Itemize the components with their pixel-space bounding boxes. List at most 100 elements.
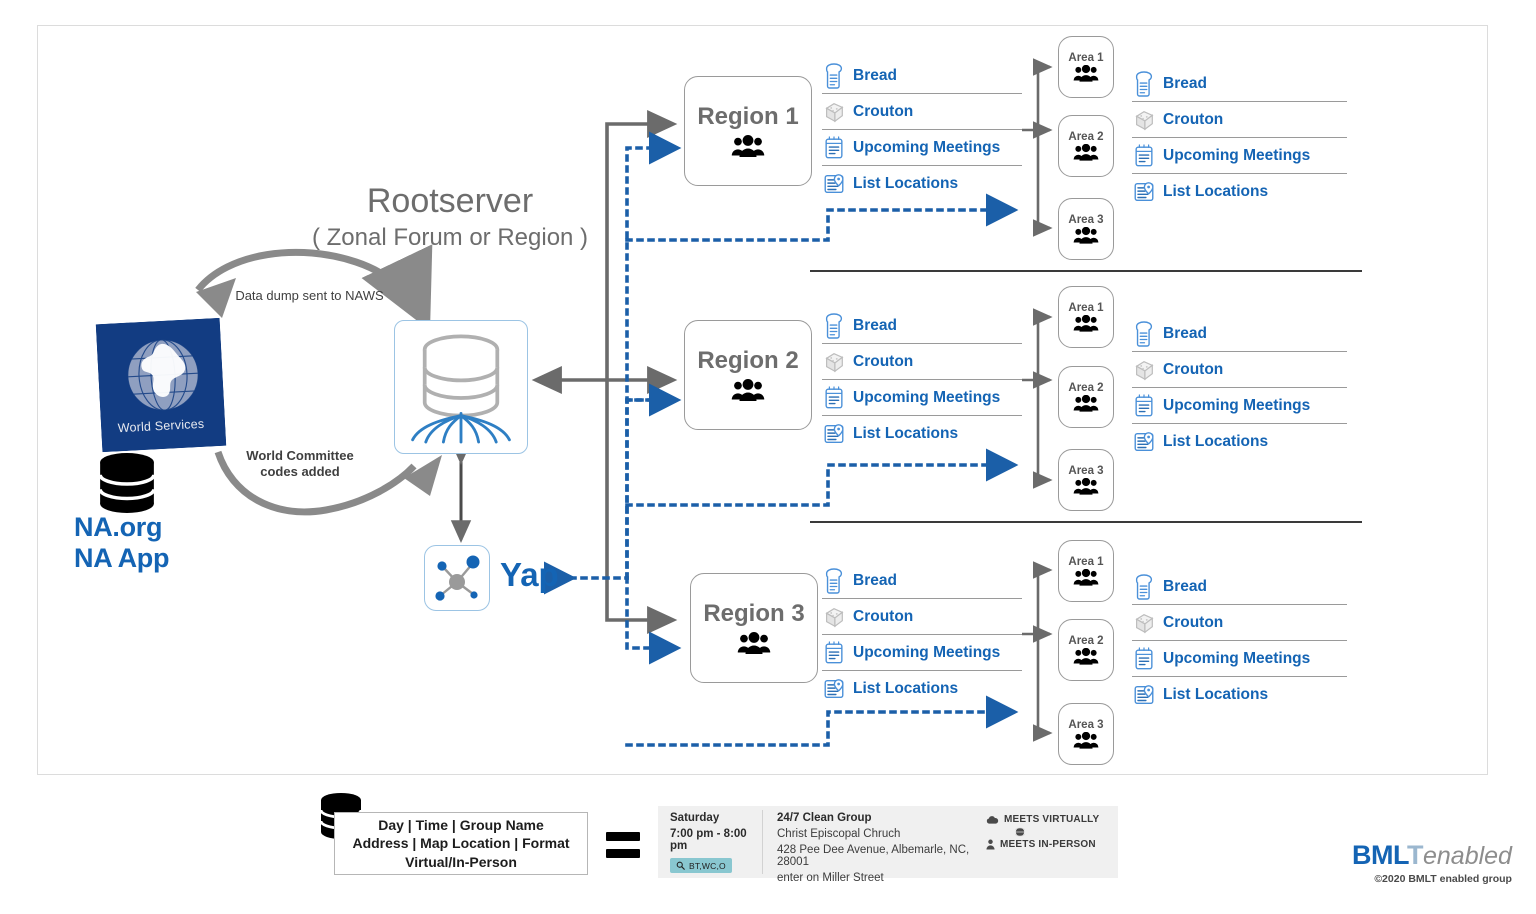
service-row[interactable]: Bread [1132,66,1347,102]
service-row[interactable]: List Locations [822,671,1022,707]
group-separator-1 [810,270,1362,272]
service-label: Crouton [1163,110,1224,128]
service-label: List Locations [853,175,959,192]
yap-label: Yap [500,556,559,593]
service-row[interactable]: Upcoming Meetings [822,380,1022,416]
meeting-when: Saturday 7:00 pm - 8:00 pm BT,WC,O [658,806,762,878]
service-row[interactable]: Bread [822,58,1022,94]
service-label: Crouton [853,102,914,120]
service-label: Upcoming Meetings [1163,396,1311,414]
service-label: List Locations [1163,433,1269,450]
service-row[interactable]: Upcoming Meetings [1132,138,1347,174]
service-row[interactable]: List Locations [822,166,1022,202]
list-map-pin-icon [1134,182,1154,201]
cycle-label-world-committee: World Committee codes added [246,448,354,480]
area-box[interactable]: Area 2 [1058,619,1114,681]
service-row[interactable]: Upcoming Meetings [822,635,1022,671]
region-box-3[interactable]: Region 3 [690,573,818,683]
area-services-3: Bread Crouton Upcoming Meetings List Loc… [1132,569,1347,713]
service-row[interactable]: Crouton [822,599,1022,635]
crouton-icon [1135,613,1154,633]
rootserver-subtitle: ( Zonal Forum or Region ) [311,224,589,251]
globe-small-icon [1015,827,1025,837]
meeting-format-badge[interactable]: BT,WC,O [670,858,732,873]
service-label: List Locations [1163,686,1269,703]
service-row[interactable]: Bread [1132,316,1347,352]
service-row[interactable]: List Locations [1132,174,1347,210]
area-name: Area 1 [1068,555,1104,568]
flag-meets-in-person: MEETS IN-PERSON [986,839,1110,850]
legend-line-1: Day | Time | Group Name [378,816,544,833]
service-row[interactable]: List Locations [822,416,1022,452]
bmlt-wordmark: BMLTenabled [1352,840,1512,871]
people-group-icon [731,379,765,402]
service-label: Upcoming Meetings [853,643,1001,661]
na-app-label: NA App [74,543,170,574]
people-group-icon [1073,568,1099,586]
people-group-icon [1073,477,1099,495]
meeting-venue: Christ Episcopal Chruch [777,828,901,840]
calendar-list-icon [1135,143,1153,166]
list-map-pin-icon [824,424,844,443]
list-map-pin-icon [1134,432,1154,451]
region-box-1[interactable]: Region 1 [684,76,812,186]
area-name: Area 3 [1068,213,1104,226]
person-icon [986,839,995,850]
people-group-icon [1073,143,1099,161]
area-box[interactable]: Area 2 [1058,366,1114,428]
service-row[interactable]: Crouton [1132,605,1347,641]
service-row[interactable]: Bread [822,563,1022,599]
service-label: Upcoming Meetings [1163,649,1311,667]
area-box[interactable]: Area 1 [1058,286,1114,348]
people-group-icon [1073,731,1099,749]
crouton-icon [1135,360,1154,380]
service-row[interactable]: Bread [1132,569,1347,605]
region-services-2: Bread Crouton Upcoming Meetings List Loc… [822,308,1022,452]
bmlt-t: T [1406,840,1424,870]
meeting-directions: enter on Miller Street [777,872,884,884]
service-row[interactable]: List Locations [1132,677,1347,713]
area-name: Area 3 [1068,718,1104,731]
meeting-details: 24/7 Clean Group Christ Episcopal Chruch… [763,806,986,884]
service-row[interactable]: Upcoming Meetings [1132,641,1347,677]
list-map-pin-icon [1134,685,1154,704]
area-services-2: Bread Crouton Upcoming Meetings List Loc… [1132,316,1347,460]
cycle-label-data-dump: Data dump sent to NAWS [235,288,384,303]
service-row[interactable]: List Locations [1132,424,1347,460]
service-row[interactable]: Crouton [1132,102,1347,138]
service-label: Upcoming Meetings [1163,146,1311,164]
bread-icon [825,62,843,89]
region-box-2[interactable]: Region 2 [684,320,812,430]
people-group-icon [1073,64,1099,82]
region-services-1: Bread Crouton Upcoming Meetings List Loc… [822,58,1022,202]
service-row[interactable]: Bread [822,308,1022,344]
legend-line-2: Address | Map Location | Format [352,835,570,852]
service-row[interactable]: Upcoming Meetings [1132,388,1347,424]
copyright-text: ©2020 BMLT enabled group [1374,873,1512,885]
rootserver-db-box [394,320,528,454]
legend-fields-text: Day | Time | Group Name Address | Map Lo… [352,816,569,871]
legend-line-3: Virtual/In-Person [405,853,517,870]
area-box[interactable]: Area 3 [1058,198,1114,260]
list-map-pin-icon [824,679,844,698]
diagram-canvas: Rootserver ( Zonal Forum or Region ) Dat… [0,0,1536,914]
service-row[interactable]: Crouton [1132,352,1347,388]
service-row[interactable]: Upcoming Meetings [822,130,1022,166]
service-label: Crouton [853,352,914,370]
flag-virtually-label: MEETS VIRTUALLY [1004,814,1100,825]
area-box[interactable]: Area 1 [1058,36,1114,98]
service-label: Bread [1163,324,1207,342]
service-row[interactable]: Crouton [822,94,1022,130]
na-org-label: NA.org [74,512,163,542]
area-box[interactable]: Area 3 [1058,703,1114,765]
people-group-icon [731,135,765,158]
service-label: Upcoming Meetings [853,388,1001,406]
people-group-icon [1073,647,1099,665]
area-box[interactable]: Area 2 [1058,115,1114,177]
meeting-time: 7:00 pm - 8:00 pm [670,828,747,852]
area-box[interactable]: Area 3 [1058,449,1114,511]
bmlt-enabled: enabled [1422,842,1512,870]
database-icon [411,334,511,444]
area-box[interactable]: Area 1 [1058,540,1114,602]
service-row[interactable]: Crouton [822,344,1022,380]
